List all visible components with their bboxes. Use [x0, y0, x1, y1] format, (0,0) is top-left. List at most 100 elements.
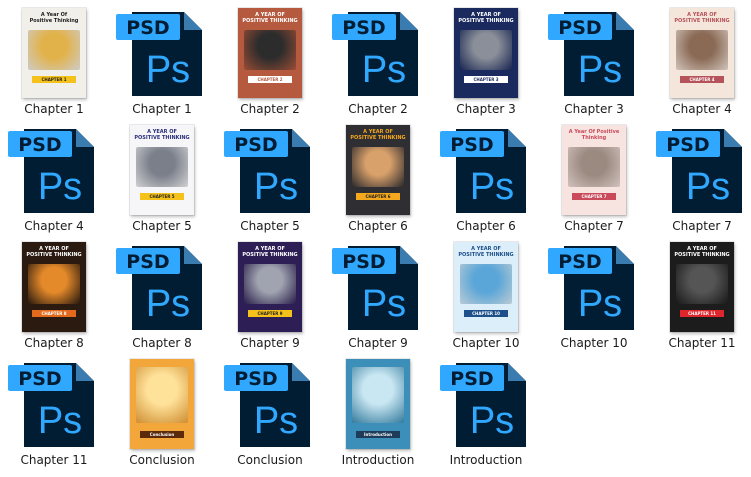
file-name-label: Conclusion — [237, 453, 303, 467]
psd-file-item[interactable]: PSD Ps Chapter 1 — [109, 8, 215, 122]
file-name-label: Introduction — [449, 453, 523, 467]
cover-photo — [244, 30, 296, 70]
file-name-label: Chapter 9 — [348, 336, 408, 350]
cover-title: A YEAR OF POSITIVE THINKING — [242, 246, 298, 258]
cover-file-item[interactable]: A Year Of Positive Thinking CHAPTER 7 Chap… — [541, 125, 647, 239]
cover-chapter-tag: Conclusion — [140, 431, 184, 438]
cover-photo — [136, 147, 188, 187]
cover-title: A YEAR OF POSITIVE THINKING — [350, 129, 406, 141]
file-name-label: Chapter 9 — [240, 336, 300, 350]
psd-file-icon: PSD Ps — [332, 246, 418, 330]
cover-chapter-tag: CHAPTER 2 — [248, 76, 292, 83]
psd-file-item[interactable]: PSD Ps Chapter 6 — [433, 125, 539, 239]
psd-file-item[interactable]: PSD Ps Chapter 8 — [109, 242, 215, 356]
cover-thumbnail: A YEAR OF POSITIVE THINKING CHAPTER 5 — [130, 125, 194, 215]
file-name-label: Chapter 5 — [132, 219, 192, 233]
psd-file-item[interactable]: PSD Ps Chapter 9 — [325, 242, 431, 356]
psd-tab-text: PSD — [18, 368, 61, 390]
file-name-label: Chapter 3 — [564, 102, 624, 116]
cover-thumbnail: A YEAR OF POSITIVE THINKING CHAPTER 3 — [454, 8, 518, 98]
psd-file-icon: PSD Ps — [224, 129, 310, 213]
cover-title: A Year Of Positive Thinking — [29, 12, 79, 24]
psd-tab-text: PSD — [342, 17, 385, 39]
cover-chapter-tag: CHAPTER 5 — [140, 193, 184, 200]
cover-chapter-tag: CHAPTER 6 — [356, 193, 400, 200]
file-name-label: Chapter 3 — [456, 102, 516, 116]
psd-file-item[interactable]: PSD Ps Chapter 4 — [1, 125, 107, 239]
cover-file-item[interactable]: A YEAR OF POSITIVE THINKING CHAPTER 4 Chap… — [649, 8, 751, 122]
ps-glyph: Ps — [578, 283, 622, 325]
cover-title: A YEAR OF POSITIVE THINKING — [674, 12, 730, 24]
cover-thumbnail: A YEAR OF POSITIVE THINKING CHAPTER 11 — [670, 242, 734, 332]
psd-tab-text: PSD — [450, 134, 493, 156]
file-name-label: Introduction — [341, 453, 415, 467]
ps-glyph: Ps — [470, 400, 514, 442]
file-name-label: Chapter 2 — [348, 102, 408, 116]
cover-photo — [568, 147, 620, 187]
file-name-label: Chapter 8 — [132, 336, 192, 350]
file-grid: A Year Of Positive Thinking CHAPTER 1 Chap… — [0, 0, 751, 477]
file-name-label: Chapter 5 — [240, 219, 300, 233]
cover-file-item[interactable]: A YEAR OF POSITIVE THINKING CHAPTER 9 Chap… — [217, 242, 323, 356]
psd-file-item[interactable]: PSD Ps Chapter 5 — [217, 125, 323, 239]
cover-file-item[interactable]: Introduction Introduction — [325, 359, 431, 473]
cover-chapter-tag: Introduction — [356, 431, 400, 438]
cover-title: A YEAR OF POSITIVE THINKING — [674, 246, 730, 258]
cover-title: A YEAR OF POSITIVE THINKING — [242, 12, 298, 24]
psd-file-icon: PSD Ps — [548, 12, 634, 96]
psd-tab-text: PSD — [18, 134, 61, 156]
cover-file-item[interactable]: A Year Of Positive Thinking CHAPTER 1 Chap… — [1, 8, 107, 122]
cover-thumbnail: Introduction — [346, 359, 410, 449]
psd-file-item[interactable]: PSD Ps Chapter 2 — [325, 8, 431, 122]
psd-tab-text: PSD — [126, 17, 169, 39]
cover-thumbnail: A YEAR OF POSITIVE THINKING CHAPTER 9 — [238, 242, 302, 332]
cover-chapter-tag: CHAPTER 10 — [464, 310, 508, 317]
file-name-label: Chapter 6 — [348, 219, 408, 233]
psd-file-item[interactable]: PSD Ps Introduction — [433, 359, 539, 473]
psd-file-item[interactable]: PSD Ps Chapter 3 — [541, 8, 647, 122]
cover-title: A YEAR OF POSITIVE THINKING — [458, 12, 514, 24]
file-name-label: Chapter 11 — [668, 336, 736, 350]
ps-glyph: Ps — [146, 283, 190, 325]
cover-photo — [244, 264, 296, 304]
psd-tab-text: PSD — [234, 368, 277, 390]
psd-file-icon: PSD Ps — [8, 363, 94, 447]
cover-photo — [136, 367, 188, 423]
file-name-label: Chapter 4 — [672, 102, 732, 116]
cover-file-item[interactable]: A YEAR OF POSITIVE THINKING CHAPTER 10 Cha… — [433, 242, 539, 356]
cover-file-item[interactable]: A YEAR OF POSITIVE THINKING CHAPTER 5 Chap… — [109, 125, 215, 239]
ps-glyph: Ps — [362, 49, 406, 91]
psd-file-icon: PSD Ps — [332, 12, 418, 96]
psd-tab-text: PSD — [126, 251, 169, 273]
psd-tab-text: PSD — [558, 251, 601, 273]
cover-file-item[interactable]: A YEAR OF POSITIVE THINKING CHAPTER 2 Chap… — [217, 8, 323, 122]
cover-file-item[interactable]: A YEAR OF POSITIVE THINKING CHAPTER 6 Chap… — [325, 125, 431, 239]
psd-tab-text: PSD — [450, 368, 493, 390]
psd-file-item[interactable]: PSD Ps Chapter 7 — [649, 125, 751, 239]
cover-chapter-tag: CHAPTER 1 — [32, 76, 76, 83]
psd-file-icon: PSD Ps — [440, 129, 526, 213]
ps-glyph: Ps — [686, 166, 730, 208]
ps-glyph: Ps — [578, 49, 622, 91]
psd-file-icon: PSD Ps — [116, 246, 202, 330]
cover-chapter-tag: CHAPTER 7 — [572, 193, 616, 200]
cover-title: A YEAR OF POSITIVE THINKING — [26, 246, 82, 258]
file-name-label: Chapter 7 — [564, 219, 624, 233]
file-name-label: Chapter 2 — [240, 102, 300, 116]
cover-file-item[interactable]: A YEAR OF POSITIVE THINKING CHAPTER 3 Chap… — [433, 8, 539, 122]
cover-file-item[interactable]: Conclusion Conclusion — [109, 359, 215, 473]
psd-file-icon: PSD Ps — [116, 12, 202, 96]
cover-photo — [676, 30, 728, 70]
psd-tab-text: PSD — [234, 134, 277, 156]
ps-glyph: Ps — [254, 166, 298, 208]
psd-file-item[interactable]: PSD Ps Conclusion — [217, 359, 323, 473]
ps-glyph: Ps — [362, 283, 406, 325]
psd-file-item[interactable]: PSD Ps Chapter 11 — [1, 359, 107, 473]
cover-file-item[interactable]: A YEAR OF POSITIVE THINKING CHAPTER 11 Cha… — [649, 242, 751, 356]
file-name-label: Chapter 6 — [456, 219, 516, 233]
cover-file-item[interactable]: A YEAR OF POSITIVE THINKING CHAPTER 8 Chap… — [1, 242, 107, 356]
psd-file-item[interactable]: PSD Ps Chapter 10 — [541, 242, 647, 356]
cover-photo — [676, 264, 728, 304]
cover-photo — [28, 30, 80, 70]
psd-tab-text: PSD — [342, 251, 385, 273]
